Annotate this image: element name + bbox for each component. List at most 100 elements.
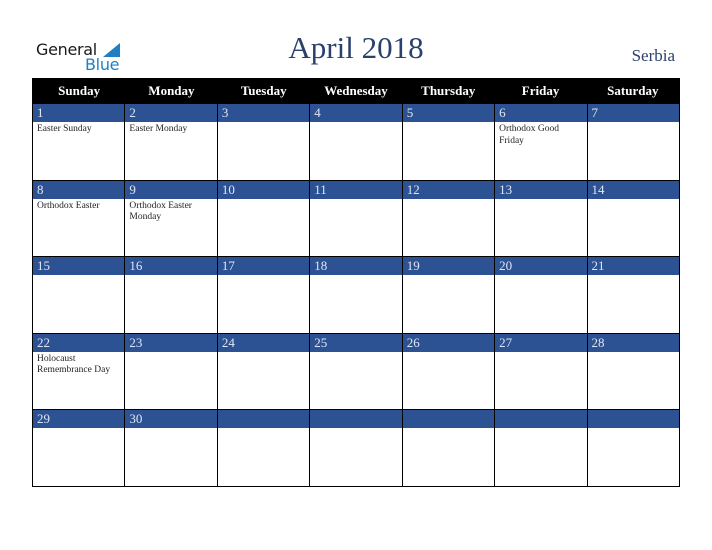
day-cell[interactable]: 14	[586, 180, 679, 256]
holiday-label: Orthodox Easter	[37, 200, 100, 211]
day-cell[interactable]: 9 Orthodox Easter Monday	[124, 180, 217, 256]
weekday-saturday: Saturday	[607, 83, 659, 98]
day-number: 25	[310, 333, 402, 352]
holiday-label	[125, 428, 216, 430]
page-title: April 2018	[288, 30, 424, 65]
day-cell[interactable]: 23	[124, 333, 217, 409]
day-cell[interactable]: 16	[124, 257, 217, 333]
day-cell[interactable]: 11	[309, 180, 402, 256]
holiday-label	[495, 199, 586, 201]
day-cell[interactable]: 18	[309, 257, 402, 333]
weekday-wednesday: Wednesday	[324, 83, 388, 98]
holiday-label	[310, 199, 401, 201]
day-number: 23	[125, 333, 217, 352]
day-cell[interactable]: 19	[401, 257, 495, 333]
day-number	[495, 410, 587, 428]
holiday-label	[218, 428, 309, 430]
day-number: 30	[125, 410, 217, 428]
holiday-label	[33, 428, 124, 430]
day-cell[interactable]: 26	[401, 333, 495, 409]
country-label: Serbia	[631, 46, 675, 65]
day-number: 5	[402, 104, 495, 122]
day-number: 9	[125, 180, 217, 199]
holiday-label	[588, 275, 679, 277]
day-number: 15	[33, 257, 125, 275]
day-cell[interactable]: 10	[216, 180, 310, 256]
day-cell[interactable]: 8 Orthodox Easter	[33, 180, 125, 257]
day-number	[217, 410, 310, 428]
day-cell[interactable]	[216, 410, 310, 486]
day-cell[interactable]: 25	[309, 333, 402, 409]
day-cell[interactable]: 4	[309, 104, 402, 180]
day-number: 21	[587, 257, 679, 275]
holiday-label	[403, 275, 494, 277]
day-number: 17	[217, 257, 310, 275]
day-number: 20	[495, 257, 587, 275]
day-cell[interactable]: 17	[216, 257, 310, 333]
holiday-label	[218, 122, 309, 124]
day-number: 19	[402, 257, 495, 275]
holiday-label	[310, 428, 401, 430]
day-cell[interactable]: 5	[401, 104, 495, 180]
holiday-label	[495, 352, 586, 354]
holiday-label	[588, 122, 679, 124]
holiday-label	[218, 275, 309, 277]
holiday-label	[403, 122, 494, 124]
day-cell[interactable]: 2 Easter Monday	[124, 104, 217, 180]
week-row: 8 Orthodox Easter 9 Orthodox Easter Monday 1…	[33, 179, 679, 257]
holiday-label	[495, 275, 586, 277]
holiday-label	[403, 199, 494, 201]
day-cell[interactable]: 24	[216, 333, 310, 409]
day-cell[interactable]: 12	[401, 180, 495, 256]
day-number: 22	[33, 333, 125, 352]
day-cell[interactable]: 15	[33, 257, 125, 333]
day-cell[interactable]: 27	[494, 333, 587, 409]
day-cell[interactable]	[309, 410, 402, 486]
day-cell[interactable]: 13	[494, 180, 587, 256]
day-number	[310, 410, 402, 428]
day-cell[interactable]	[401, 410, 495, 486]
weekday-sunday: Sunday	[58, 83, 101, 98]
day-number: 2	[125, 104, 217, 122]
day-cell[interactable]	[494, 410, 587, 486]
holiday-label	[588, 199, 679, 201]
day-number: 12	[402, 180, 495, 199]
holiday-label: Holocaust Remembrance Day	[37, 353, 111, 376]
week-row: 22 Holocaust Remembrance Day 23 24 25 26 27 28	[33, 332, 679, 410]
day-cell[interactable]: 7	[586, 104, 679, 180]
day-cell[interactable]: 3	[216, 104, 310, 180]
day-cell[interactable]: 22 Holocaust Remembrance Day	[33, 333, 125, 410]
day-number: 18	[310, 257, 402, 275]
weekday-header: Sunday Monday Tuesday Wednesday Thursday…	[33, 79, 679, 103]
holiday-label	[33, 275, 124, 277]
holiday-label	[403, 428, 494, 430]
day-number	[402, 410, 495, 428]
day-cell[interactable]: 28	[586, 333, 679, 409]
day-number: 6	[495, 104, 587, 122]
holiday-label: Easter Monday	[129, 124, 188, 134]
day-number: 1	[33, 104, 125, 122]
day-number: 11	[310, 180, 402, 199]
holiday-label	[310, 275, 401, 277]
calendar-grid: Sunday Monday Tuesday Wednesday Thursday…	[32, 78, 680, 487]
day-cell[interactable]	[586, 410, 679, 486]
day-number: 16	[125, 257, 217, 275]
day-number: 26	[402, 333, 495, 352]
day-cell[interactable]: 6 Orthodox Good Friday	[494, 104, 587, 180]
day-number: 3	[217, 104, 310, 122]
day-number: 24	[217, 333, 310, 352]
day-cell[interactable]: 29	[33, 410, 125, 486]
day-number: 29	[33, 410, 125, 428]
day-number: 28	[587, 333, 679, 352]
day-cell[interactable]: 1 Easter Sunday	[33, 104, 125, 180]
day-cell[interactable]: 20	[494, 257, 587, 333]
holiday-label	[403, 352, 494, 354]
day-number: 27	[495, 333, 587, 352]
day-number: 4	[310, 104, 402, 122]
weekday-thursday: Thursday	[421, 83, 476, 98]
holiday-label	[218, 352, 309, 354]
day-number: 7	[587, 104, 679, 122]
day-cell[interactable]: 30	[124, 410, 217, 486]
day-number	[587, 410, 679, 428]
day-cell[interactable]: 21	[586, 257, 679, 333]
